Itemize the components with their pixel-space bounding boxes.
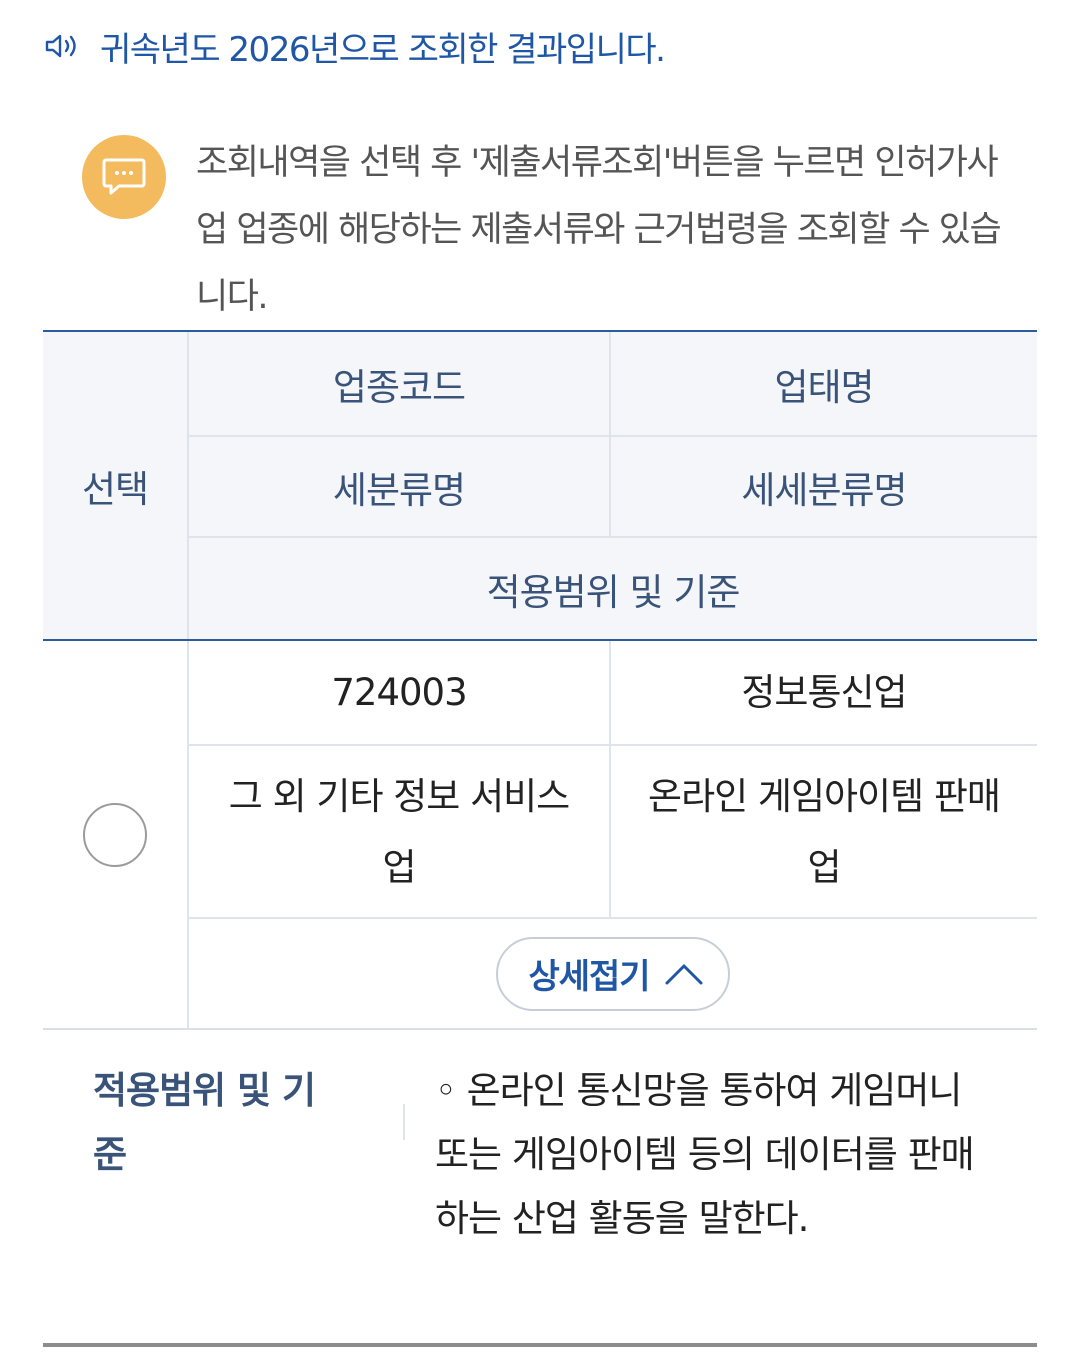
header-business-name: 업태명 bbox=[774, 365, 874, 409]
select-radio[interactable] bbox=[83, 802, 147, 867]
cell-subclass: 그 외 기타 정보 서비스업 bbox=[228, 774, 570, 889]
result-table: 선택 업종코드 업태명 세분류명 세세분류명 적용범위 및 기준 724003 … bbox=[43, 330, 1037, 1030]
cell-detail-subclass: 온라인 게임아이템 판매업 bbox=[648, 774, 1001, 889]
header-scope: 적용범위 및 기준 bbox=[486, 570, 741, 614]
cell-business-name: 정보통신업 bbox=[741, 671, 907, 714]
cell-code: 724003 bbox=[331, 671, 467, 714]
table-header: 선택 업종코드 업태명 세분류명 세세분류명 적용범위 및 기준 bbox=[43, 332, 1037, 641]
notice-text: 조회내역을 선택 후 '제출서류조회'버튼을 누르면 인허가사업 업종에 해당하… bbox=[196, 143, 1002, 317]
header-detail-subclass: 세세분류명 bbox=[741, 468, 907, 512]
header-code: 업종코드 bbox=[332, 365, 466, 409]
result-text: 귀속년도 2026년으로 조회한 결과입니다. bbox=[100, 29, 666, 70]
header-select: 선택 bbox=[81, 467, 149, 511]
table-row: 724003 정보통신업 그 외 기타 정보 서비스업 온라인 게임아이템 판매… bbox=[43, 641, 1037, 1030]
toggle-cell: 상세접기 bbox=[189, 919, 1037, 1028]
collapse-detail-button[interactable]: 상세접기 bbox=[496, 936, 730, 1011]
detail-section: 적용범위 및 기준 ◦ 온라인 통신망을 통하여 게임머니 또는 게임아이템 등… bbox=[43, 1029, 1037, 1347]
bottom-divider bbox=[43, 1343, 1037, 1347]
result-message: 귀속년도 2026년으로 조회한 결과입니다. bbox=[44, 22, 666, 70]
collapse-detail-label: 상세접기 bbox=[528, 957, 650, 997]
notice-icon-circle bbox=[82, 135, 166, 219]
detail-label: 적용범위 및 기준 bbox=[93, 1069, 316, 1176]
header-subclass: 세분류명 bbox=[332, 468, 466, 512]
detail-text: ◦ 온라인 통신망을 통하여 게임머니 또는 게임아이템 등의 데이터를 판매하… bbox=[435, 1069, 975, 1240]
detail-separator bbox=[403, 1104, 405, 1140]
select-cell bbox=[43, 641, 187, 1028]
speaker-icon bbox=[45, 34, 76, 58]
chevron-up-icon bbox=[665, 964, 703, 984]
chat-bubble-icon bbox=[102, 158, 146, 195]
